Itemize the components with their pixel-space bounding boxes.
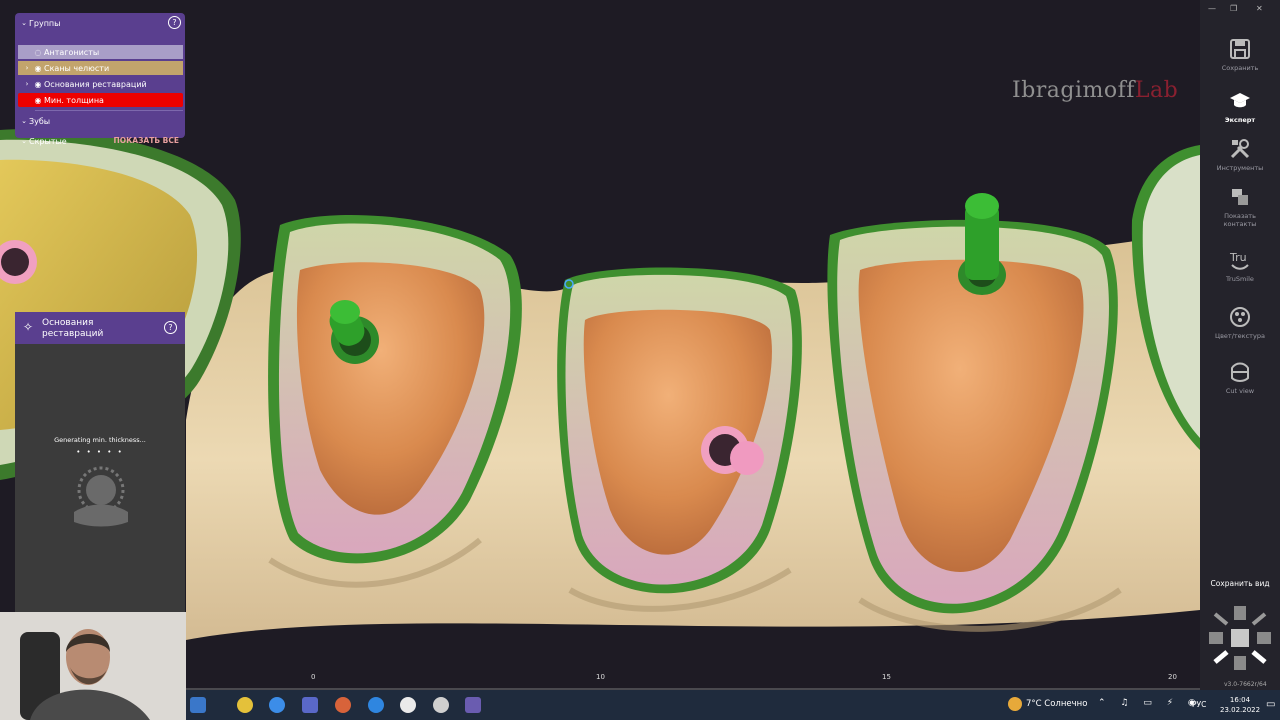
cut-view-label: Cut view: [1225, 387, 1255, 395]
clock[interactable]: 16:04 23.02.2022: [1220, 695, 1260, 715]
restoration-bases-panel: ✧ Основания реставраций ? Generating min…: [15, 312, 185, 612]
color-texture-label: Цвет/текстура: [1215, 332, 1265, 340]
eye-hidden-icon[interactable]: ◌: [32, 48, 44, 57]
save-view-label[interactable]: Сохранить вид: [1200, 579, 1280, 588]
color-texture-icon: [1230, 307, 1250, 327]
close-icon[interactable]: ✕: [1256, 4, 1263, 13]
view-orientation-widget[interactable]: [1207, 604, 1273, 672]
cad-app-icon[interactable]: [465, 697, 481, 713]
view-bottom-button[interactable]: [1234, 656, 1246, 670]
color-texture-button[interactable]: Цвет/текстура: [1200, 305, 1280, 340]
tools-button[interactable]: Инструменты: [1200, 137, 1280, 172]
language-indicator[interactable]: РУС: [1192, 700, 1206, 709]
tooth-placeholder-icon: [74, 466, 128, 527]
group-item-label: Основания реставраций: [44, 79, 147, 89]
chevron-right-icon[interactable]: ›: [22, 80, 32, 88]
weather-sun-icon[interactable]: [1008, 697, 1022, 711]
help-icon[interactable]: ?: [168, 16, 181, 29]
group-teeth-label: Зубы: [29, 116, 51, 126]
ruler-tick-label: 0: [311, 673, 316, 681]
view-left-button[interactable]: [1209, 632, 1223, 644]
group-item-antagonists[interactable]: ◌ Антагонисты: [18, 45, 183, 59]
chrome-app-icon[interactable]: [335, 697, 351, 713]
exocad-app-icon[interactable]: [302, 697, 318, 713]
minimize-icon[interactable]: —: [1208, 4, 1216, 13]
save-icon: [1230, 39, 1250, 59]
help-icon[interactable]: ?: [164, 321, 177, 334]
divider: [35, 110, 183, 111]
trusmile-icon: Tru: [1229, 251, 1249, 270]
weather-text[interactable]: 7°C Солнечно: [1026, 699, 1087, 709]
save-button[interactable]: Сохранить: [1200, 37, 1280, 72]
ibragimofflab-logo: IbragimoffLab: [1012, 78, 1178, 103]
expert-icon: [1230, 93, 1250, 108]
eye-icon[interactable]: ◉: [32, 80, 44, 89]
notification-icon[interactable]: ▭: [1266, 699, 1275, 710]
magic-wand-icon: ✧: [23, 320, 34, 334]
explorer-app-icon[interactable]: [190, 697, 206, 713]
group-item-jaw-scans[interactable]: › ◉ Сканы челюсти: [18, 61, 183, 75]
group-item-label: Мин. толщина: [44, 95, 104, 105]
ruler-tick-label: 15: [882, 673, 891, 681]
chrome-app-icon[interactable]: [269, 697, 285, 713]
expert-button[interactable]: Эксперт: [1200, 89, 1280, 124]
tools-icon: [1230, 139, 1250, 159]
logo-text-main: Ibragimoff: [1012, 78, 1135, 103]
chrome-app-icon[interactable]: [237, 697, 253, 713]
show-all-button[interactable]: ПОКАЗАТЬ ВСЕ: [113, 134, 179, 148]
chevron-right-icon[interactable]: ›: [22, 64, 32, 72]
contacts-icon: [1232, 189, 1248, 205]
group-teeth[interactable]: ⌄ Зубы: [15, 114, 185, 128]
logo-text-lab: Lab: [1134, 78, 1179, 103]
progress-status-text: Generating min. thickness...: [54, 436, 146, 444]
version-label: v3.0-7662r/64: [1224, 681, 1267, 688]
group-item-label: Антагонисты: [44, 47, 100, 57]
right-toolbar: — ❐ ✕ Сохранить Эксперт Инструменты Пока…: [1200, 0, 1280, 690]
trusmile-label: TruSmile: [1226, 275, 1254, 283]
svg-text:Tru: Tru: [1229, 251, 1247, 264]
panel-title: Основания реставраций: [42, 318, 104, 339]
progress-dots: • • • • •: [76, 448, 124, 456]
trusmile-button[interactable]: Tru TruSmile: [1200, 248, 1280, 283]
expert-label: Эксперт: [1224, 116, 1256, 124]
feather-app-icon[interactable]: [368, 697, 384, 713]
windows-taskbar: 7°C Солнечно ⌃ ♫ ▭ ⚡ ◉ РУС 16:04 23.02.2…: [186, 690, 1280, 720]
clock-time: 16:04: [1229, 696, 1251, 704]
eye-icon[interactable]: ◉: [32, 96, 44, 105]
group-item-restoration-bases[interactable]: › ◉ Основания реставраций: [18, 77, 183, 91]
ruler-tick-label: 10: [596, 673, 605, 681]
chevron-down-icon: ⌄: [21, 19, 27, 27]
groups-header[interactable]: ⌄ Группы: [15, 16, 185, 30]
group-hidden-label: Скрытые: [29, 136, 67, 146]
music-app-icon[interactable]: [400, 697, 416, 713]
cut-view-icon: [1231, 362, 1249, 382]
chevron-down-icon: ⌄: [21, 117, 27, 125]
ruler-tick-label: 20: [1168, 673, 1177, 681]
chevron-down-icon: ⌄: [21, 137, 27, 145]
maximize-icon[interactable]: ❐: [1230, 4, 1237, 13]
show-contacts-button[interactable]: Показать контакты: [1200, 185, 1280, 228]
view-right-button[interactable]: [1257, 632, 1271, 644]
groups-title: Группы: [29, 18, 61, 28]
webcam-overlay: [0, 612, 186, 720]
view-front-button[interactable]: [1231, 629, 1249, 647]
view-top-button[interactable]: [1234, 606, 1246, 620]
groups-panel: ⌄ Группы ? ◌ Антагонисты › ◉ Сканы челюс…: [15, 13, 185, 146]
window-controls: — ❐ ✕: [1200, 4, 1280, 16]
contacts-label: Показать контакты: [1223, 212, 1257, 228]
clock-date: 23.02.2022: [1220, 706, 1261, 714]
save-label: Сохранить: [1221, 64, 1259, 72]
presenter-video: [0, 612, 186, 720]
tools-label: Инструменты: [1216, 164, 1264, 172]
eye-icon[interactable]: ◉: [32, 64, 44, 73]
tray-icons[interactable]: ⌃ ♫ ▭ ⚡ ◉: [1098, 698, 1202, 708]
group-item-min-thickness[interactable]: ◉ Мин. толщина: [18, 93, 183, 107]
panel-header: ✧ Основания реставраций ?: [15, 312, 185, 344]
group-item-label: Сканы челюсти: [44, 63, 110, 73]
obs-app-icon[interactable]: [433, 697, 449, 713]
cut-view-button[interactable]: Cut view: [1200, 360, 1280, 395]
